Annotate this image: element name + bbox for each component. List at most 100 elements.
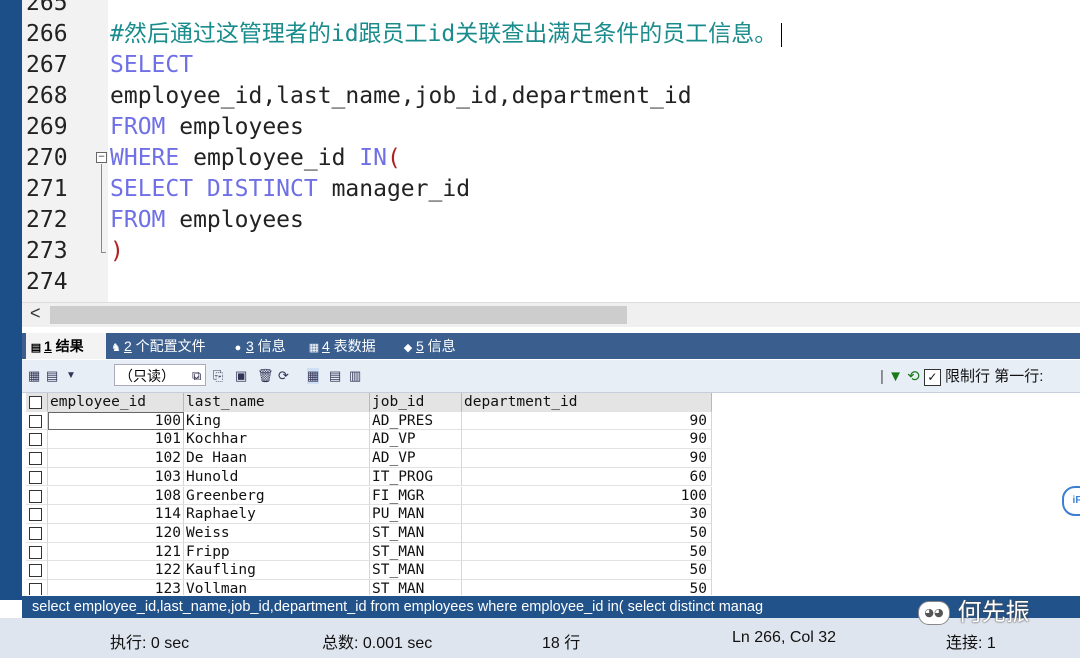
row-checkbox[interactable]	[26, 505, 48, 524]
cell-department-id[interactable]: 100	[462, 486, 712, 506]
refresh-icon[interactable]: ⟳	[278, 368, 289, 384]
code-line: WHERE employee_id IN(	[110, 143, 401, 174]
column-header[interactable]: employee_id	[48, 393, 184, 412]
checkbox-icon	[29, 452, 42, 466]
form-view-icon[interactable]: ▤	[329, 368, 341, 384]
cell-last-name[interactable]: Vollman	[184, 580, 370, 595]
cell-job-id[interactable]: ST_MAN	[370, 580, 462, 595]
cell-employee-id[interactable]: 102	[48, 449, 184, 468]
line-number: 270	[26, 145, 68, 171]
cell-job-id[interactable]: ST_MAN	[370, 542, 462, 562]
dropdown-icon[interactable]: ▼	[66, 370, 76, 381]
cell-last-name[interactable]: Greenberg	[184, 486, 370, 506]
cell-employee-id[interactable]: 103	[48, 467, 184, 487]
save-icon[interactable]: ▣	[235, 368, 247, 384]
cell-job-id[interactable]: PU_MAN	[370, 505, 462, 524]
limit-controls: | ▼ ⟲ ✓ 限制行 第一行:	[880, 365, 1043, 386]
results-grid[interactable]: employee_id last_name job_id department_…	[22, 393, 712, 595]
row-checkbox[interactable]	[26, 486, 48, 506]
cell-job-id[interactable]: ST_MAN	[370, 523, 462, 543]
row-checkbox[interactable]	[26, 449, 48, 468]
cell-employee-id[interactable]: 108	[48, 486, 184, 506]
cell-employee-id[interactable]: 122	[48, 561, 184, 580]
first-row-label: 第一行:	[994, 368, 1044, 385]
cell-employee-id[interactable]: 114	[48, 505, 184, 524]
cell-last-name[interactable]: De Haan	[184, 449, 370, 468]
checkbox-icon	[29, 470, 42, 484]
cell-last-name[interactable]: Fripp	[184, 542, 370, 562]
delete-icon[interactable]: 🗑	[257, 368, 274, 384]
cell-department-id[interactable]: 90	[462, 430, 712, 450]
grid-view-icon[interactable]: ▦	[307, 368, 320, 384]
cell-employee-id[interactable]: 101	[48, 430, 184, 450]
cell-job-id[interactable]: FI_MGR	[370, 486, 462, 506]
tab-number: 3	[246, 338, 254, 354]
cell-last-name[interactable]: Kochhar	[184, 430, 370, 450]
cell-last-name[interactable]: Hunold	[184, 467, 370, 487]
info-icon: ●	[234, 342, 242, 354]
column-header[interactable]: job_id	[370, 393, 462, 412]
cell-department-id[interactable]: 50	[462, 542, 712, 562]
cell-employee-id[interactable]: 123	[48, 580, 184, 595]
cell-last-name[interactable]: Weiss	[184, 523, 370, 543]
cell-job-id[interactable]: AD_PRES	[370, 411, 462, 431]
import-icon[interactable]: ▤	[46, 368, 58, 384]
identifier: employees	[165, 207, 304, 233]
column-header[interactable]: department_id	[462, 393, 712, 412]
cell-department-id[interactable]: 50	[462, 561, 712, 580]
select-all-checkbox[interactable]	[26, 393, 48, 412]
sql-editor[interactable]: 265 266 267 268 269 270 271 272 273 274 …	[0, 0, 1080, 302]
scroll-left-icon[interactable]: <	[30, 303, 41, 324]
table-icon: ▦	[308, 342, 320, 354]
cell-job-id[interactable]: ST_MAN	[370, 561, 462, 580]
cell-department-id[interactable]: 50	[462, 523, 712, 543]
paren: (	[386, 145, 401, 171]
profile-icon: ♞	[111, 342, 121, 354]
cell-job-id[interactable]: IT_PROG	[370, 467, 462, 487]
cell-job-id[interactable]: AD_VP	[370, 449, 462, 468]
keyword: WHERE	[110, 145, 180, 171]
horizontal-scrollbar[interactable]: <	[22, 302, 1080, 327]
cell-employee-id[interactable]: 120	[48, 523, 184, 543]
cell-last-name[interactable]: Raphaely	[184, 505, 370, 524]
cell-last-name[interactable]: King	[184, 411, 370, 431]
edit-icon[interactable]: ⧉	[192, 368, 201, 384]
line-number: 272	[26, 207, 68, 233]
row-checkbox[interactable]	[26, 523, 48, 543]
row-checkbox[interactable]	[26, 561, 48, 580]
limit-checkbox[interactable]: ✓	[923, 368, 941, 386]
cell-job-id[interactable]: AD_VP	[370, 430, 462, 450]
copy-icon[interactable]: ⎘	[213, 368, 223, 384]
row-checkbox[interactable]	[26, 542, 48, 562]
row-checkbox[interactable]	[26, 580, 48, 595]
cell-last-name[interactable]: Kaufling	[184, 561, 370, 580]
cell-department-id[interactable]: 60	[462, 467, 712, 487]
cell-employee-id[interactable]: 121	[48, 542, 184, 562]
scrollbar-thumb[interactable]	[50, 306, 627, 324]
row-checkbox[interactable]	[26, 467, 48, 487]
tab-results[interactable]: ▤ 1 结果	[26, 333, 106, 359]
cell-employee-id[interactable]: 100	[48, 411, 184, 431]
tab-profile[interactable]: ♞ 2 个配置文件	[110, 333, 206, 359]
tab-label: 个配置文件	[131, 338, 206, 354]
tab-info[interactable]: ◆ 5 信息	[402, 333, 456, 359]
checkbox-icon	[29, 583, 42, 595]
row-checkbox[interactable]	[26, 411, 48, 431]
cell-department-id[interactable]: 50	[462, 580, 712, 595]
tab-messages[interactable]: ● 3 信息	[232, 333, 286, 359]
column-header[interactable]: last_name	[184, 393, 370, 412]
row-checkbox[interactable]	[26, 430, 48, 450]
tab-table-data[interactable]: ▦ 4 表数据	[308, 333, 376, 359]
cell-department-id[interactable]: 30	[462, 505, 712, 524]
cell-department-id[interactable]: 90	[462, 411, 712, 431]
cell-department-id[interactable]: 90	[462, 449, 712, 468]
reset-icon[interactable]: ⟲	[907, 368, 920, 385]
text-view-icon[interactable]: ▥	[349, 368, 361, 384]
code-line: FROM employees	[110, 205, 304, 236]
code-line: FROM employees	[110, 112, 304, 143]
fold-toggle-icon[interactable]: −	[96, 152, 107, 163]
export-icon[interactable]: ▦	[28, 368, 40, 384]
filter-icon[interactable]: ▼	[888, 368, 903, 385]
tab-number: 5	[416, 338, 424, 354]
side-float-icon[interactable]: iF	[1062, 486, 1080, 516]
